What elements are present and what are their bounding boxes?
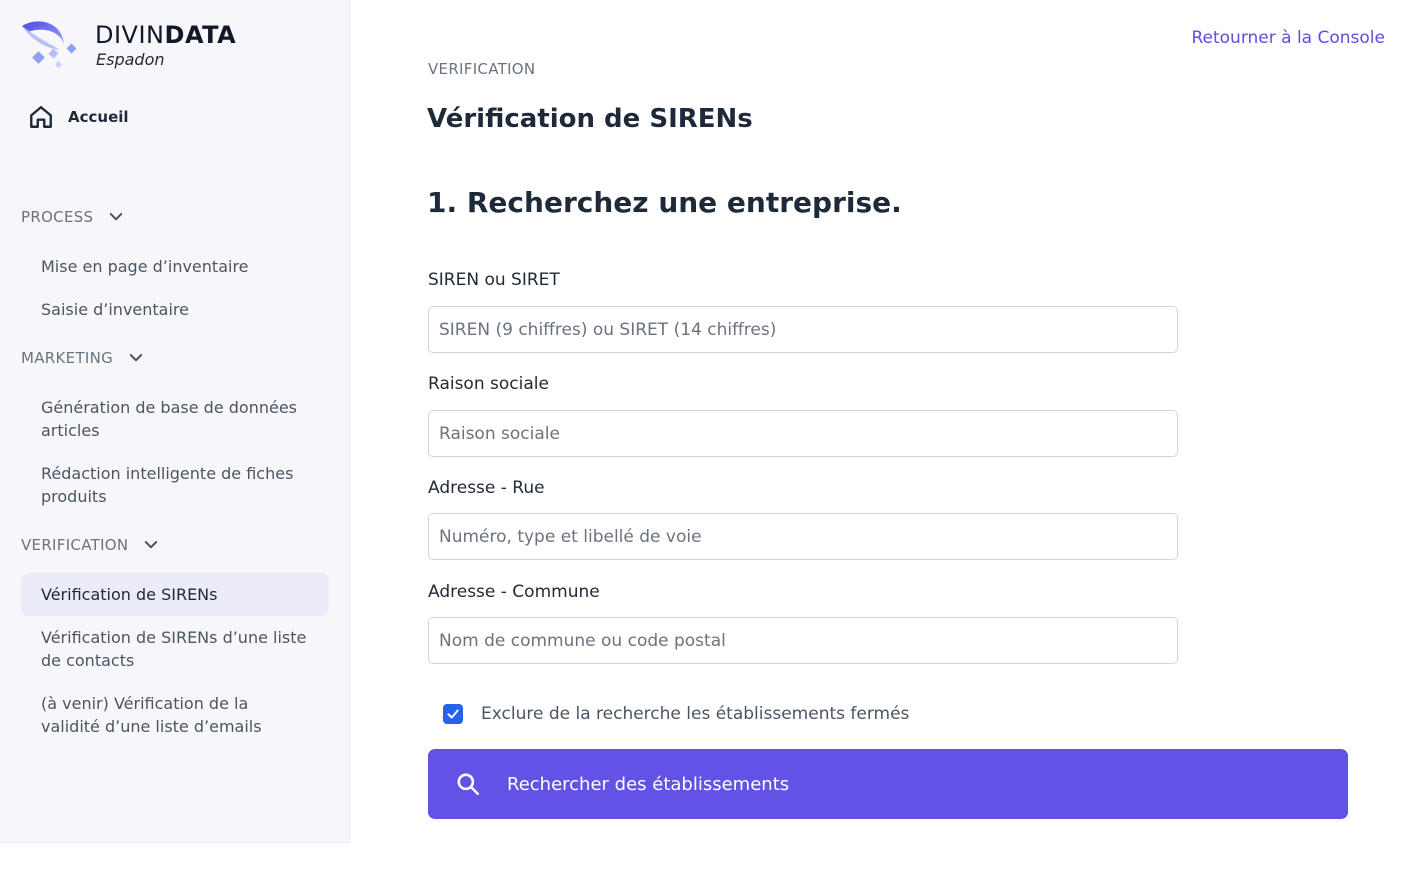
section-process-toggle[interactable]: PROCESS [21, 208, 125, 226]
breadcrumb: VERIFICATION [428, 60, 536, 78]
raison-sociale-input[interactable] [428, 410, 1178, 457]
brand-name-light: DIVIN [95, 21, 165, 49]
exclude-closed-row: Exclure de la recherche les établissemen… [443, 704, 909, 724]
swordfish-logo-icon [22, 21, 77, 69]
siren-input[interactable] [428, 306, 1178, 353]
section-label: PROCESS [21, 208, 94, 226]
raison-sociale-field-label: Raison sociale [428, 374, 549, 394]
sidebar-item-saisie[interactable]: Saisie d’inventaire [21, 288, 329, 331]
siren-field-label: SIREN ou SIRET [428, 270, 560, 290]
sidebar-item-verification-sirens-liste[interactable]: Vérification de SIRENs d’une liste de co… [21, 616, 329, 682]
home-icon [30, 106, 52, 128]
sidebar-item-verification-emails[interactable]: (à venir) Vérification de la validité d’… [21, 682, 329, 748]
search-establishments-button[interactable]: Rechercher des établissements [428, 749, 1348, 819]
sidebar-item-verification-sirens[interactable]: Vérification de SIRENs [21, 573, 329, 616]
adresse-rue-input[interactable] [428, 513, 1178, 560]
check-icon [447, 709, 459, 719]
step-title: 1. Recherchez une entreprise. [427, 186, 902, 219]
search-button-label: Rechercher des établissements [507, 773, 790, 795]
section-verification-toggle[interactable]: VERIFICATION [21, 536, 160, 554]
search-icon [457, 773, 480, 796]
brand-logo[interactable]: DIVINDATA Espadon [20, 18, 250, 76]
section-marketing-toggle[interactable]: MARKETING [21, 349, 145, 367]
section-label: MARKETING [21, 349, 114, 367]
back-to-console-link[interactable]: Retourner à la Console [1191, 28, 1385, 48]
section-label: VERIFICATION [21, 536, 129, 554]
adresse-commune-input[interactable] [428, 617, 1178, 664]
adresse-rue-field-label: Adresse - Rue [428, 478, 545, 498]
sidebar: DIVINDATA Espadon Accueil PROCESS Mise e… [0, 0, 350, 843]
exclude-closed-label[interactable]: Exclure de la recherche les établissemen… [481, 704, 909, 724]
chevron-down-icon [110, 213, 123, 221]
sidebar-item-home-label: Accueil [68, 108, 129, 126]
brand-name-bold: DATA [164, 21, 237, 49]
brand-name: DIVINDATA [95, 21, 236, 49]
adresse-commune-field-label: Adresse - Commune [428, 582, 600, 602]
sidebar-item-mise-en-page[interactable]: Mise en page d’inventaire [21, 245, 329, 288]
sidebar-item-generation-bdd[interactable]: Génération de base de données articles [21, 386, 329, 452]
page-title: Vérification de SIRENs [427, 104, 753, 134]
chevron-down-icon [129, 354, 143, 362]
sidebar-item-home[interactable]: Accueil [28, 104, 129, 130]
chevron-down-icon [145, 541, 158, 549]
sidebar-item-redaction-fiches[interactable]: Rédaction intelligente de fiches produit… [21, 452, 329, 518]
exclude-closed-checkbox[interactable] [443, 704, 463, 724]
brand-subtitle: Espadon [96, 50, 165, 69]
